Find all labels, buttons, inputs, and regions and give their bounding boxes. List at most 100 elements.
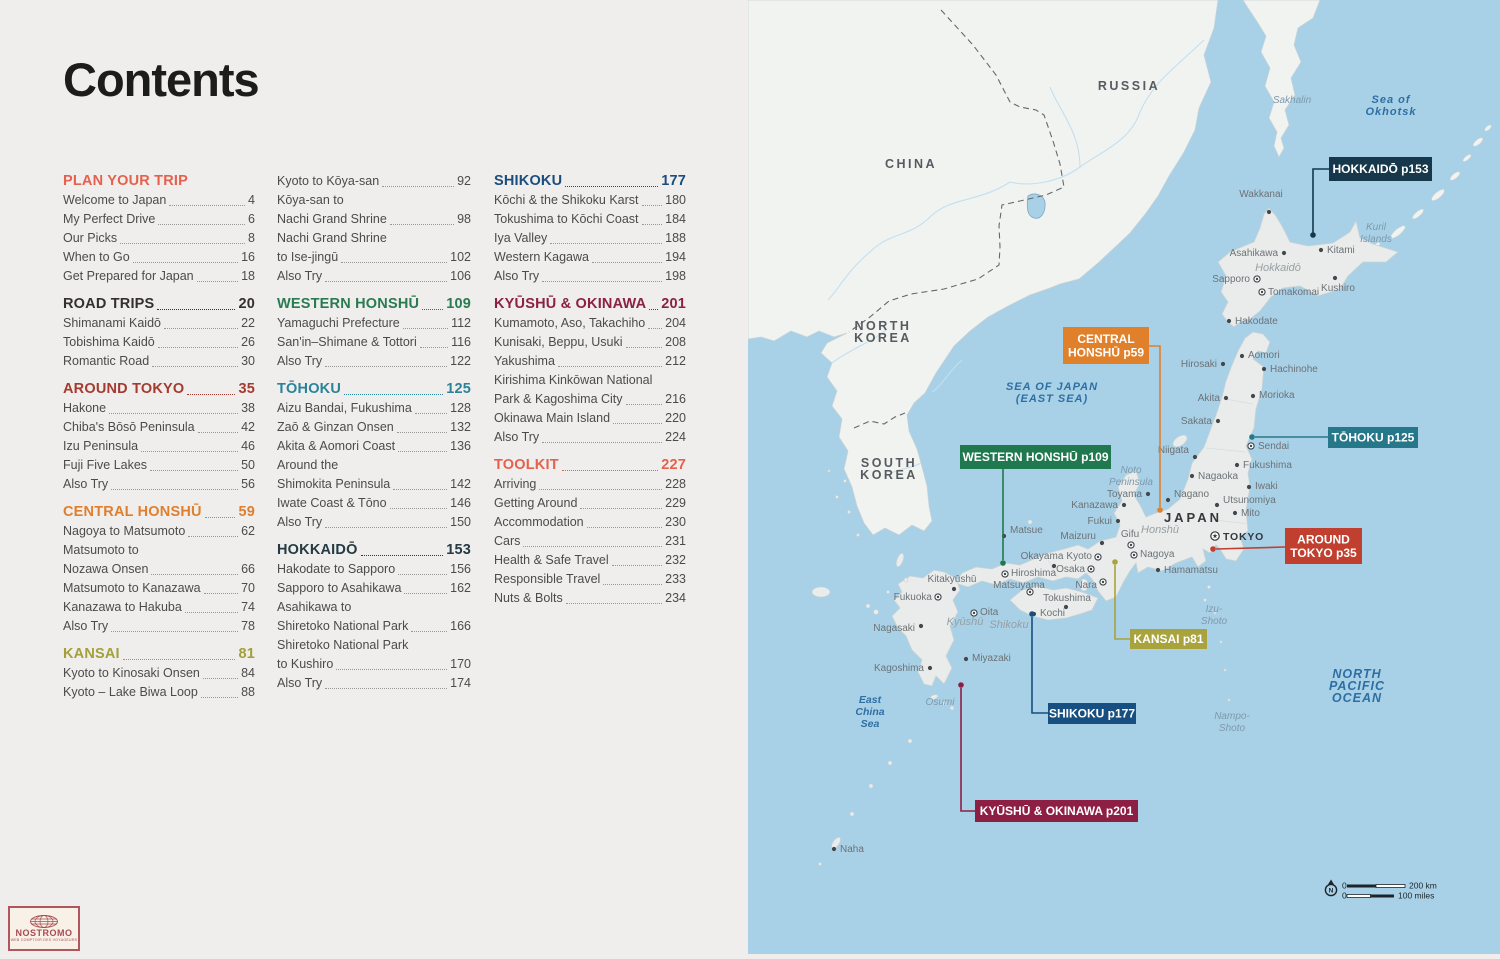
toc-entry-kunisaki-beppu-usuki[interactable]: Kunisaki, Beppu, Usuki208: [494, 333, 686, 352]
toc-entry-cars[interactable]: Cars231: [494, 532, 686, 551]
toc-entry-chiba-s-b-s-peninsula[interactable]: Chiba's Bōsō Peninsula42: [63, 418, 255, 437]
toc-entry-nachi-grand-shrine[interactable]: Nachi Grand Shrine: [277, 229, 471, 248]
dotted-leader: [592, 262, 662, 263]
toc-entry-get-prepared-for-japan[interactable]: Get Prepared for Japan18: [63, 267, 255, 286]
toc-entry-responsible-travel[interactable]: Responsible Travel233: [494, 570, 686, 589]
svg-text:CHINA: CHINA: [885, 157, 937, 171]
toc-entry-shiretoko-national-park[interactable]: Shiretoko National Park: [277, 636, 471, 655]
toc-entry-label: to Kushiro: [277, 655, 333, 674]
toc-section-t-hoku[interactable]: TŌHOKU125: [277, 380, 471, 399]
toc-entry-kirishima-kink-wan-national[interactable]: Kirishima Kinkōwan National: [494, 371, 686, 390]
toc-entry-nuts-bolts[interactable]: Nuts & Bolts234: [494, 589, 686, 608]
toc-entry-also-try[interactable]: Also Try106: [277, 267, 471, 286]
toc-entry-tokushima-to-k-chi-coast[interactable]: Tokushima to Kōchi Coast184: [494, 210, 686, 229]
toc-entry-to-ise-jing[interactable]: to Ise-jingū102: [277, 248, 471, 267]
toc-entry-hakodate-to-sapporo[interactable]: Hakodate to Sapporo156: [277, 560, 471, 579]
toc-entry-yamaguchi-prefecture[interactable]: Yamaguchi Prefecture112: [277, 314, 471, 333]
toc-section-shikoku[interactable]: SHIKOKU177: [494, 172, 686, 191]
toc-entry-page: 220: [665, 409, 686, 428]
toc-entry-western-kagawa[interactable]: Western Kagawa194: [494, 248, 686, 267]
toc-section-hokkaid[interactable]: HOKKAIDŌ153: [277, 541, 471, 560]
toc-entry-kyoto-to-kinosaki-onsen[interactable]: Kyoto to Kinosaki Onsen84: [63, 664, 255, 683]
toc-entry-kyoto-to-k-ya-san[interactable]: Kyoto to Kōya-san92: [277, 172, 471, 191]
svg-text:CENTRALHONSHŪ p59: CENTRALHONSHŪ p59: [1068, 332, 1144, 360]
toc-section-kansai[interactable]: KANSAI81: [63, 645, 255, 664]
toc-entry-page: 224: [665, 428, 686, 447]
dotted-leader: [422, 309, 443, 310]
toc-section-around-tokyo[interactable]: AROUND TOKYO35: [63, 380, 255, 399]
toc-entry-welcome-to-japan[interactable]: Welcome to Japan4: [63, 191, 255, 210]
toc-entry-matsumoto-to[interactable]: Matsumoto to: [63, 541, 255, 560]
dotted-leader: [580, 508, 662, 509]
toc-entry-iwate-coast-t-no[interactable]: Iwate Coast & Tōno146: [277, 494, 471, 513]
svg-text:Niigata: Niigata: [1158, 445, 1190, 456]
toc-section-western-honsh[interactable]: WESTERN HONSHŪ109: [277, 295, 471, 314]
city-kanazawa: Kanazawa: [1071, 500, 1126, 511]
svg-text:Nagasaki: Nagasaki: [873, 623, 915, 634]
toc-section-central-honsh[interactable]: CENTRAL HONSHŪ59: [63, 503, 255, 522]
toc-entry-accommodation[interactable]: Accommodation230: [494, 513, 686, 532]
toc-entry-also-try[interactable]: Also Try56: [63, 475, 255, 494]
toc-entry-park-kagoshima-city[interactable]: Park & Kagoshima City216: [494, 390, 686, 409]
toc-entry-yakushima[interactable]: Yakushima212: [494, 352, 686, 371]
toc-entry-getting-around[interactable]: Getting Around229: [494, 494, 686, 513]
city-hamamatsu: Hamamatsu: [1156, 565, 1218, 576]
toc-entry-label: Also Try: [277, 674, 322, 693]
toc-entry-san-in-shimane-tottori[interactable]: San'in–Shimane & Tottori116: [277, 333, 471, 352]
toc-entry-page: 84: [241, 664, 255, 683]
toc-entry-okinawa-main-island[interactable]: Okinawa Main Island220: [494, 409, 686, 428]
toc-entry-kumamoto-aso-takachiho[interactable]: Kumamoto, Aso, Takachiho204: [494, 314, 686, 333]
toc-entry-also-try[interactable]: Also Try122: [277, 352, 471, 371]
toc-entry-nagoya-to-matsumoto[interactable]: Nagoya to Matsumoto62: [63, 522, 255, 541]
map-label-shikoku: Shikoku: [989, 619, 1028, 631]
toc-section-ky-sh-okinawa[interactable]: KYŪSHŪ & OKINAWA201: [494, 295, 686, 314]
toc-entry-kyoto-lake-biwa-loop[interactable]: Kyoto – Lake Biwa Loop88: [63, 683, 255, 702]
toc-entry-also-try[interactable]: Also Try78: [63, 617, 255, 636]
toc-entry-label: Iwate Coast & Tōno: [277, 494, 387, 513]
toc-entry-around-the[interactable]: Around the: [277, 456, 471, 475]
toc-entry-sapporo-to-asahikawa[interactable]: Sapporo to Asahikawa162: [277, 579, 471, 598]
toc-entry-romantic-road[interactable]: Romantic Road30: [63, 352, 255, 371]
toc-entry-shimanami-kaid[interactable]: Shimanami Kaidō22: [63, 314, 255, 333]
toc-section-road-trips[interactable]: ROAD TRIPS20: [63, 295, 255, 314]
toc-entry-arriving[interactable]: Arriving228: [494, 475, 686, 494]
toc-entry-aizu-bandai-fukushima[interactable]: Aizu Bandai, Fukushima128: [277, 399, 471, 418]
dotted-leader: [133, 262, 238, 263]
toc-entry-k-ya-san-to[interactable]: Kōya-san to: [277, 191, 471, 210]
toc-entry-nachi-grand-shrine[interactable]: Nachi Grand Shrine98: [277, 210, 471, 229]
toc-entry-izu-peninsula[interactable]: Izu Peninsula46: [63, 437, 255, 456]
dotted-leader: [397, 432, 447, 433]
toc-entry-page: 74: [241, 598, 255, 617]
dotted-leader: [152, 366, 238, 367]
toc-entry-my-perfect-drive[interactable]: My Perfect Drive6: [63, 210, 255, 229]
toc-entry-also-try[interactable]: Also Try150: [277, 513, 471, 532]
toc-entry-za-ginzan-onsen[interactable]: Zaō & Ginzan Onsen132: [277, 418, 471, 437]
toc-entry-akita-aomori-coast[interactable]: Akita & Aomori Coast136: [277, 437, 471, 456]
dotted-leader: [204, 593, 239, 594]
toc-entry-kanazawa-to-hakuba[interactable]: Kanazawa to Hakuba74: [63, 598, 255, 617]
toc-entry-label: Shimanami Kaidō: [63, 314, 161, 333]
toc-entry-nozawa-onsen[interactable]: Nozawa Onsen66: [63, 560, 255, 579]
toc-entry-to-kushiro[interactable]: to Kushiro170: [277, 655, 471, 674]
toc-entry-asahikawa-to[interactable]: Asahikawa to: [277, 598, 471, 617]
toc-entry-k-chi-the-shikoku-karst[interactable]: Kōchi & the Shikoku Karst180: [494, 191, 686, 210]
toc-entry-our-picks[interactable]: Our Picks8: [63, 229, 255, 248]
toc-entry-fuji-five-lakes[interactable]: Fuji Five Lakes50: [63, 456, 255, 475]
toc-entry-also-try[interactable]: Also Try198: [494, 267, 686, 286]
toc-entry-shimokita-peninsula[interactable]: Shimokita Peninsula142: [277, 475, 471, 494]
dotted-leader: [404, 593, 447, 594]
toc-entry-tobishima-kaid[interactable]: Tobishima Kaidō26: [63, 333, 255, 352]
svg-text:Nara: Nara: [1075, 580, 1097, 591]
toc-entry-also-try[interactable]: Also Try174: [277, 674, 471, 693]
toc-entry-also-try[interactable]: Also Try224: [494, 428, 686, 447]
toc-entry-shiretoko-national-park[interactable]: Shiretoko National Park166: [277, 617, 471, 636]
toc-entry-health-safe-travel[interactable]: Health & Safe Travel232: [494, 551, 686, 570]
toc-entry-iya-valley[interactable]: Iya Valley188: [494, 229, 686, 248]
toc-entry-page: 142: [450, 475, 471, 494]
toc-entry-hakone[interactable]: Hakone38: [63, 399, 255, 418]
toc-entry-label: Iya Valley: [494, 229, 547, 248]
toc-section-toolkit[interactable]: TOOLKIT227: [494, 456, 686, 475]
toc-entry-when-to-go[interactable]: When to Go16: [63, 248, 255, 267]
toc-entry-matsumoto-to-kanazawa[interactable]: Matsumoto to Kanazawa70: [63, 579, 255, 598]
toc-section-plan-your-trip[interactable]: PLAN YOUR TRIP: [63, 172, 255, 191]
